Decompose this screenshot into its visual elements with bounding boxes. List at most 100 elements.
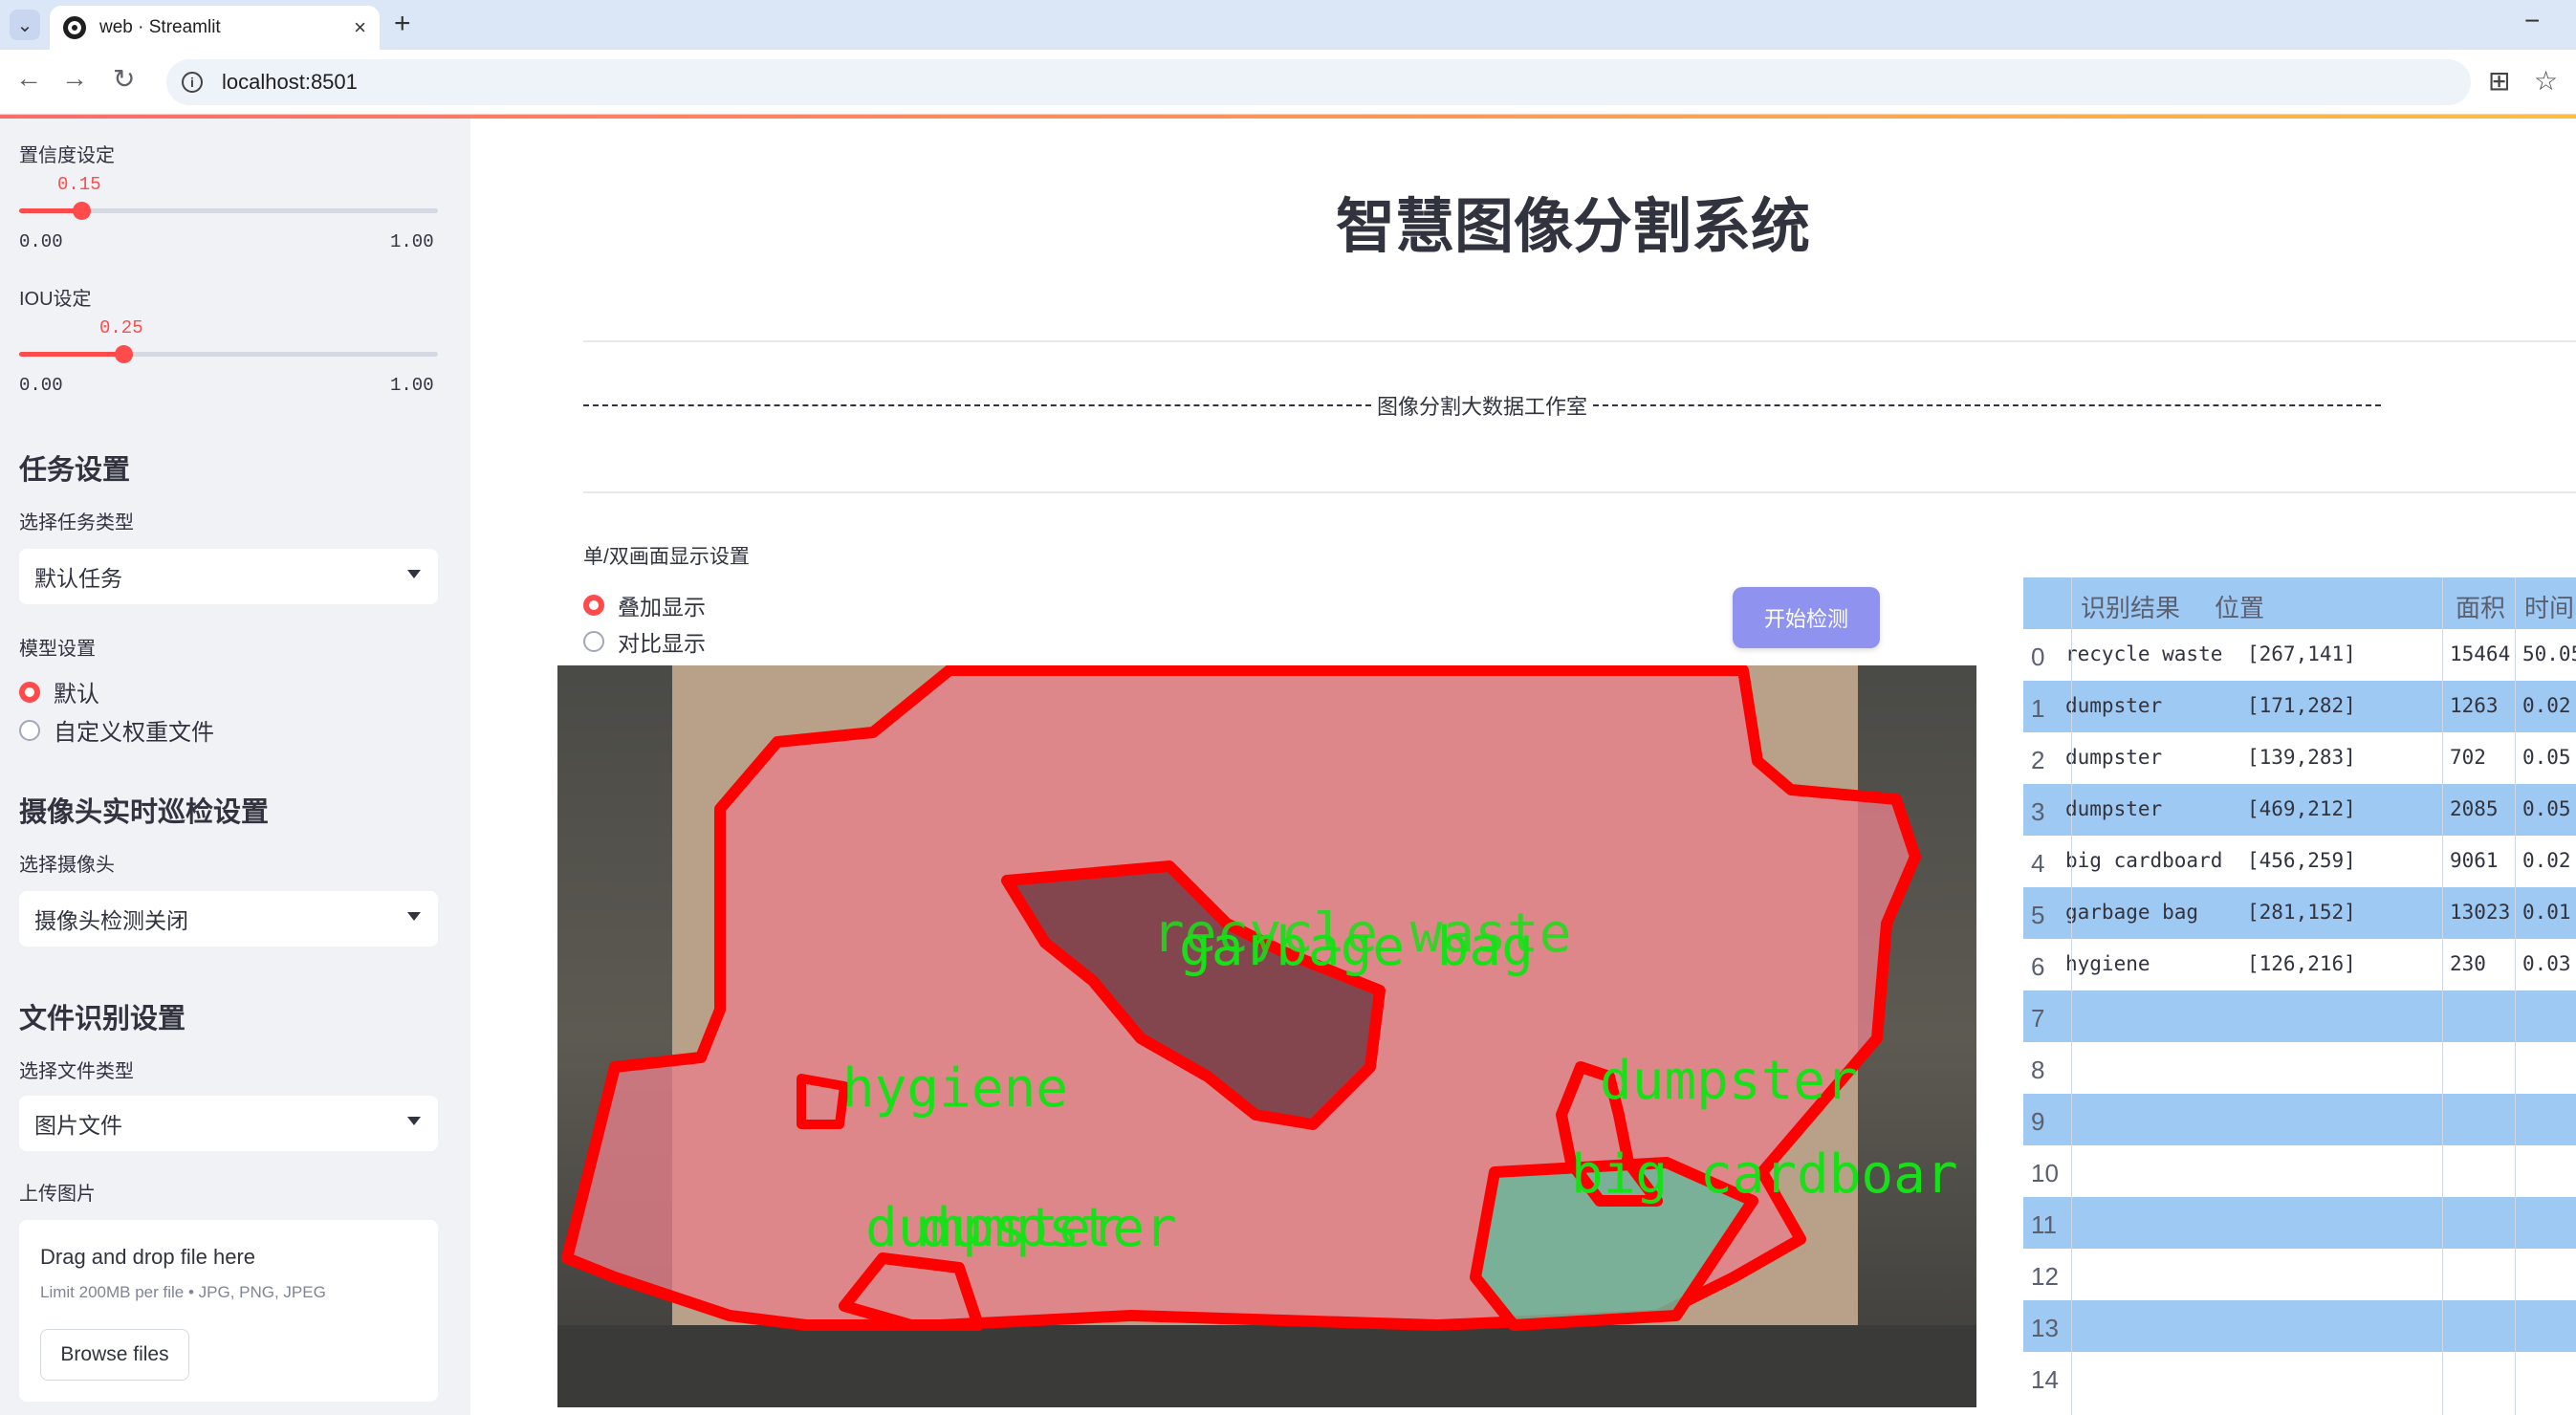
row-index: 8 <box>2031 1056 2045 1084</box>
cell-position: [456,259] <box>2247 849 2356 872</box>
table-row[interactable]: 8 <box>2023 1042 2576 1094</box>
model-option-default[interactable]: 默认 <box>19 675 99 708</box>
cell-position: [469,212] <box>2247 797 2356 820</box>
browse-files-button[interactable]: Browse files <box>40 1329 189 1381</box>
radio-unselected-icon[interactable] <box>583 631 604 652</box>
confidence-label: 置信度设定 <box>19 145 115 166</box>
segmentation-result-image: recycle waste garbage bag hygiene dumpst… <box>557 665 1976 1407</box>
table-row[interactable]: 13 <box>2023 1300 2576 1352</box>
new-tab-icon[interactable]: + <box>394 8 411 40</box>
column-divider <box>2515 577 2516 1415</box>
table-row[interactable]: 0 recycle waste [267,141] 15464 50.05 <box>2023 629 2576 681</box>
file-uploader-dropzone[interactable]: Drag and drop file here Limit 200MB per … <box>19 1220 438 1402</box>
cell-result: dumpster <box>2065 797 2163 820</box>
table-row[interactable]: 12 <box>2023 1249 2576 1300</box>
cell-time: 0.01 <box>2522 901 2571 924</box>
browser-tab[interactable]: web · Streamlit × <box>50 6 380 50</box>
iou-slider[interactable] <box>19 345 438 363</box>
table-row[interactable]: 11 <box>2023 1197 2576 1249</box>
studio-banner: 图像分割大数据工作室 <box>583 390 2381 421</box>
model-option-custom[interactable]: 自定义权重文件 <box>19 713 214 747</box>
iou-slider-thumb[interactable] <box>115 345 133 363</box>
display-option-compare[interactable]: 对比显示 <box>583 625 706 658</box>
close-tab-icon[interactable]: × <box>354 15 366 40</box>
file-type-label: 选择文件类型 <box>19 1061 134 1082</box>
file-settings-heading: 文件识别设置 <box>19 1004 186 1034</box>
confidence-slider[interactable] <box>19 202 438 220</box>
table-row[interactable]: 1 dumpster [171,282] 1263 0.02 <box>2023 681 2576 732</box>
cell-time: 50.05 <box>2522 642 2576 665</box>
row-index: 2 <box>2031 746 2045 774</box>
browser-address-bar: ← → ↻ i localhost:8501 ⊞ ☆ <box>0 50 2576 115</box>
overlay-label: hygiene <box>842 1057 1069 1120</box>
cell-area: 230 <box>2450 952 2486 975</box>
table-row[interactable]: 7 <box>2023 990 2576 1042</box>
overlay-label: garbage bag <box>1179 916 1534 978</box>
task-type-select[interactable]: 默认任务 <box>19 549 438 604</box>
cell-time: 0.05 <box>2522 746 2571 769</box>
table-header: 识别结果 位置 面积 时间 <box>2023 577 2576 629</box>
file-type-select[interactable]: 图片文件 <box>19 1096 438 1151</box>
tab-list-dropdown-icon[interactable]: ⌄ <box>10 10 40 40</box>
table-row[interactable]: 3 dumpster [469,212] 2085 0.05 <box>2023 784 2576 836</box>
iou-label: IOU设定 <box>19 289 92 310</box>
back-arrow-icon[interactable]: ← <box>15 63 42 94</box>
table-row[interactable]: 6 hygiene [126,216] 230 0.03 <box>2023 939 2576 990</box>
table-row[interactable]: 5 garbage bag [281,152] 13023 0.01 <box>2023 887 2576 939</box>
confidence-slider-thumb[interactable] <box>73 202 91 220</box>
start-detection-button[interactable]: 开始检测 <box>1733 587 1880 648</box>
chevron-down-icon <box>407 570 421 578</box>
row-index: 13 <box>2031 1314 2059 1342</box>
header-area: 面积 <box>2456 594 2506 622</box>
cell-position: [139,283] <box>2247 746 2356 769</box>
iou-value: 0.25 <box>99 317 143 338</box>
cell-time: 0.03 <box>2522 952 2571 975</box>
site-info-icon[interactable]: i <box>182 72 203 93</box>
display-mode-label: 单/双画面显示设置 <box>583 546 750 568</box>
row-index: 10 <box>2031 1159 2059 1187</box>
upload-label: 上传图片 <box>19 1184 96 1205</box>
cell-position: [281,152] <box>2247 901 2356 924</box>
table-row[interactable]: 4 big cardboard [456,259] 9061 0.02 <box>2023 836 2576 887</box>
divider <box>583 491 2576 493</box>
cell-area: 1263 <box>2450 694 2499 717</box>
table-row[interactable]: 9 <box>2023 1094 2576 1145</box>
cell-area: 15464 <box>2450 642 2511 665</box>
table-row[interactable]: 14 <box>2023 1352 2576 1404</box>
cell-position: [171,282] <box>2247 694 2356 717</box>
divider <box>583 340 2576 342</box>
streamlit-favicon-icon <box>63 16 86 39</box>
forward-arrow-icon[interactable]: → <box>61 63 88 94</box>
radio-selected-icon[interactable] <box>583 595 604 616</box>
overlay-label: big cardboar <box>1571 1143 1958 1206</box>
tab-title: web · Streamlit <box>99 17 221 37</box>
bookmark-star-icon[interactable]: ☆ <box>2534 65 2558 97</box>
row-index: 4 <box>2031 849 2045 878</box>
minimize-window-icon[interactable]: − <box>2524 6 2540 36</box>
table-row[interactable]: 10 <box>2023 1145 2576 1197</box>
radio-selected-icon[interactable] <box>19 681 40 703</box>
task-settings-heading: 任务设置 <box>19 455 131 486</box>
row-index: 6 <box>2031 952 2045 981</box>
browser-tab-bar: ⌄ web · Streamlit × + − <box>0 0 2576 50</box>
row-index: 14 <box>2031 1365 2059 1394</box>
display-option-overlay[interactable]: 叠加显示 <box>583 589 706 621</box>
translate-icon[interactable]: ⊞ <box>2488 65 2510 97</box>
camera-select[interactable]: 摄像头检测关闭 <box>19 891 438 947</box>
cell-time: 0.05 <box>2522 797 2571 820</box>
results-table[interactable]: 识别结果 位置 面积 时间 0 recycle waste [267,141] 154… <box>2023 577 2576 1415</box>
url-omnibox[interactable]: i localhost:8501 <box>166 59 2471 105</box>
table-row[interactable]: 2 dumpster [139,283] 702 0.05 <box>2023 732 2576 784</box>
header-time: 时间 <box>2524 594 2575 622</box>
cell-area: 13023 <box>2450 901 2511 924</box>
cell-time: 0.02 <box>2522 849 2571 872</box>
model-option-label: 自定义权重文件 <box>54 720 214 746</box>
container-edge <box>557 1325 1976 1407</box>
radio-unselected-icon[interactable] <box>19 719 40 741</box>
task-type-label: 选择任务类型 <box>19 512 134 533</box>
reload-icon[interactable]: ↻ <box>113 63 135 95</box>
header-position: 位置 <box>2215 594 2265 622</box>
cell-area: 2085 <box>2450 797 2499 820</box>
cell-result: dumpster <box>2065 694 2163 717</box>
model-option-label: 默认 <box>54 682 99 708</box>
